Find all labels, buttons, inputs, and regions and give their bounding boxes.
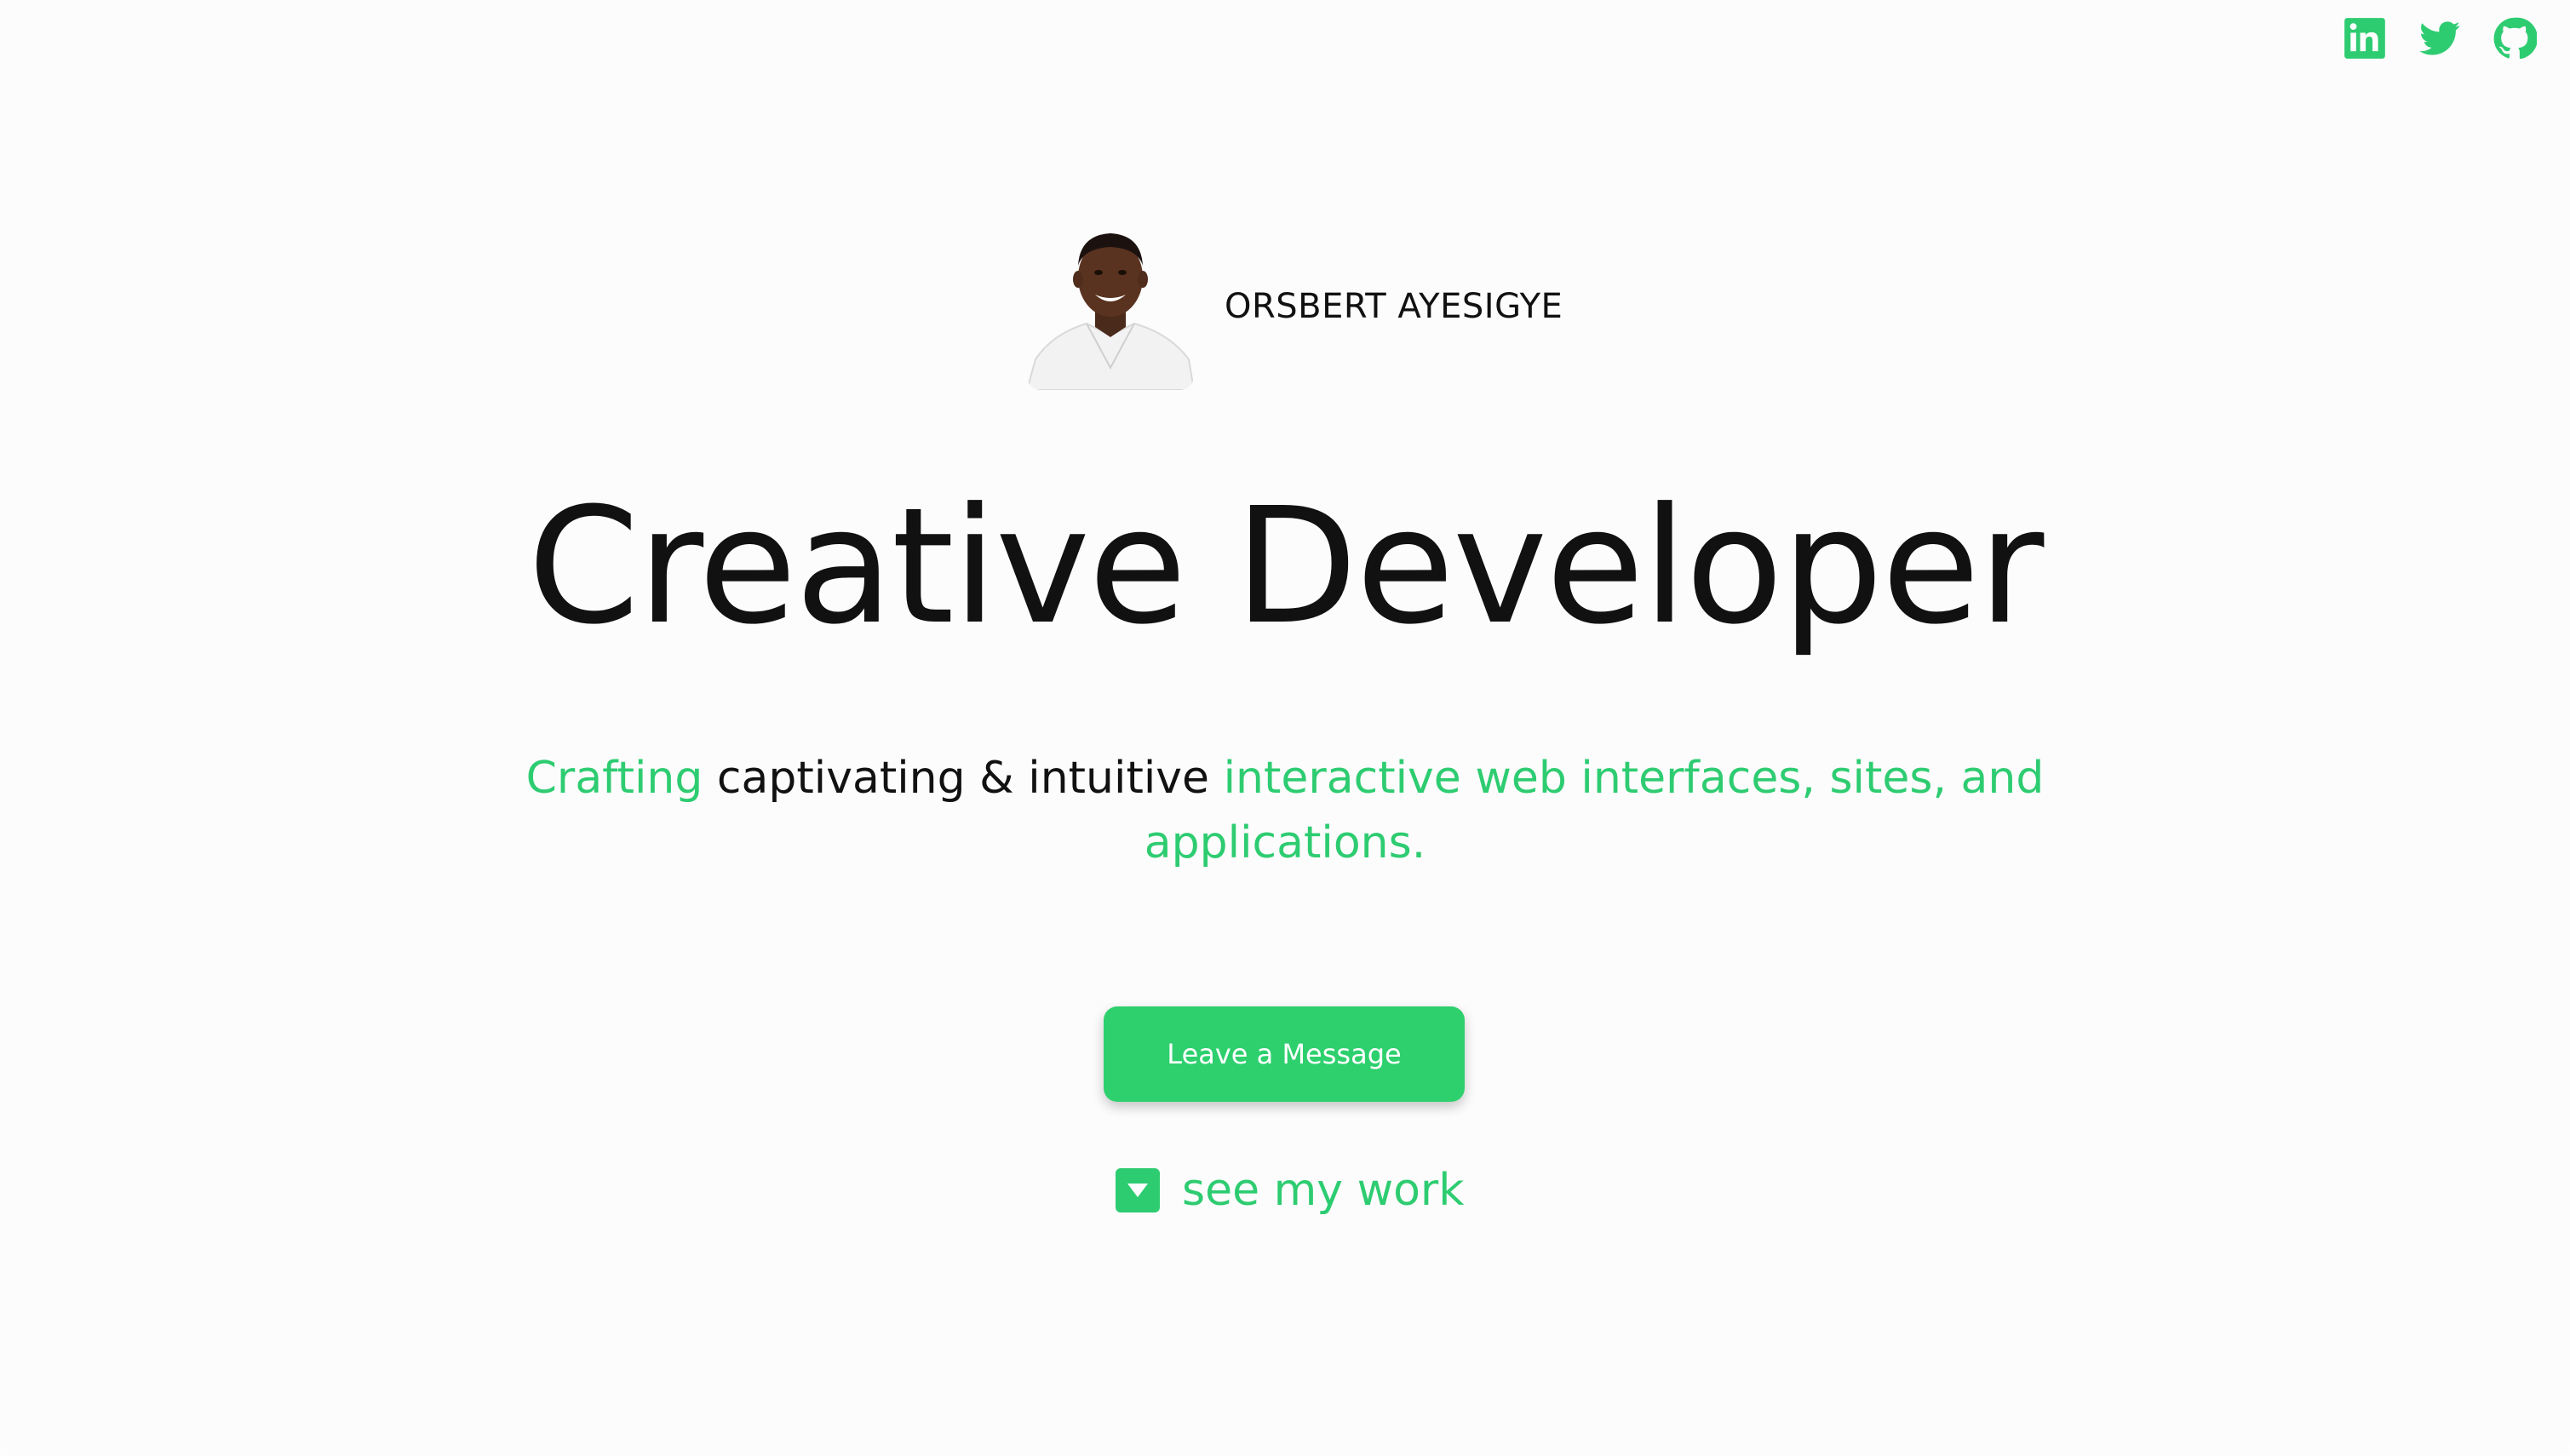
github-link[interactable] — [2492, 15, 2538, 61]
hero-tagline: Crafting captivating & intuitive interac… — [511, 746, 2059, 875]
twitter-link[interactable] — [2417, 15, 2463, 61]
tagline-accent-1: Crafting — [525, 753, 703, 804]
tagline-accent-2: interactive web interfaces, sites, and a… — [1144, 753, 2045, 868]
github-icon — [2493, 17, 2537, 60]
see-my-work-link[interactable]: see my work — [1116, 1165, 1464, 1216]
see-my-work-label: see my work — [1182, 1165, 1465, 1216]
page: ORSBERT AYESIGYE Creative Developer Craf… — [0, 0, 2570, 1456]
twitter-icon — [2419, 21, 2460, 55]
social-links — [2342, 15, 2538, 61]
profile-header: ORSBERT AYESIGYE — [1027, 223, 1563, 390]
chevron-down-square-icon — [1116, 1168, 1160, 1212]
avatar-portrait — [1027, 233, 1194, 390]
tagline-plain: captivating & intuitive — [703, 753, 1224, 804]
linkedin-link[interactable] — [2342, 15, 2388, 61]
hero-headline: Creative Developer — [527, 473, 2045, 660]
avatar — [1027, 223, 1194, 390]
linkedin-icon — [2344, 18, 2385, 59]
profile-name: ORSBERT AYESIGYE — [1225, 287, 1563, 326]
leave-message-button[interactable]: Leave a Message — [1104, 1006, 1465, 1102]
